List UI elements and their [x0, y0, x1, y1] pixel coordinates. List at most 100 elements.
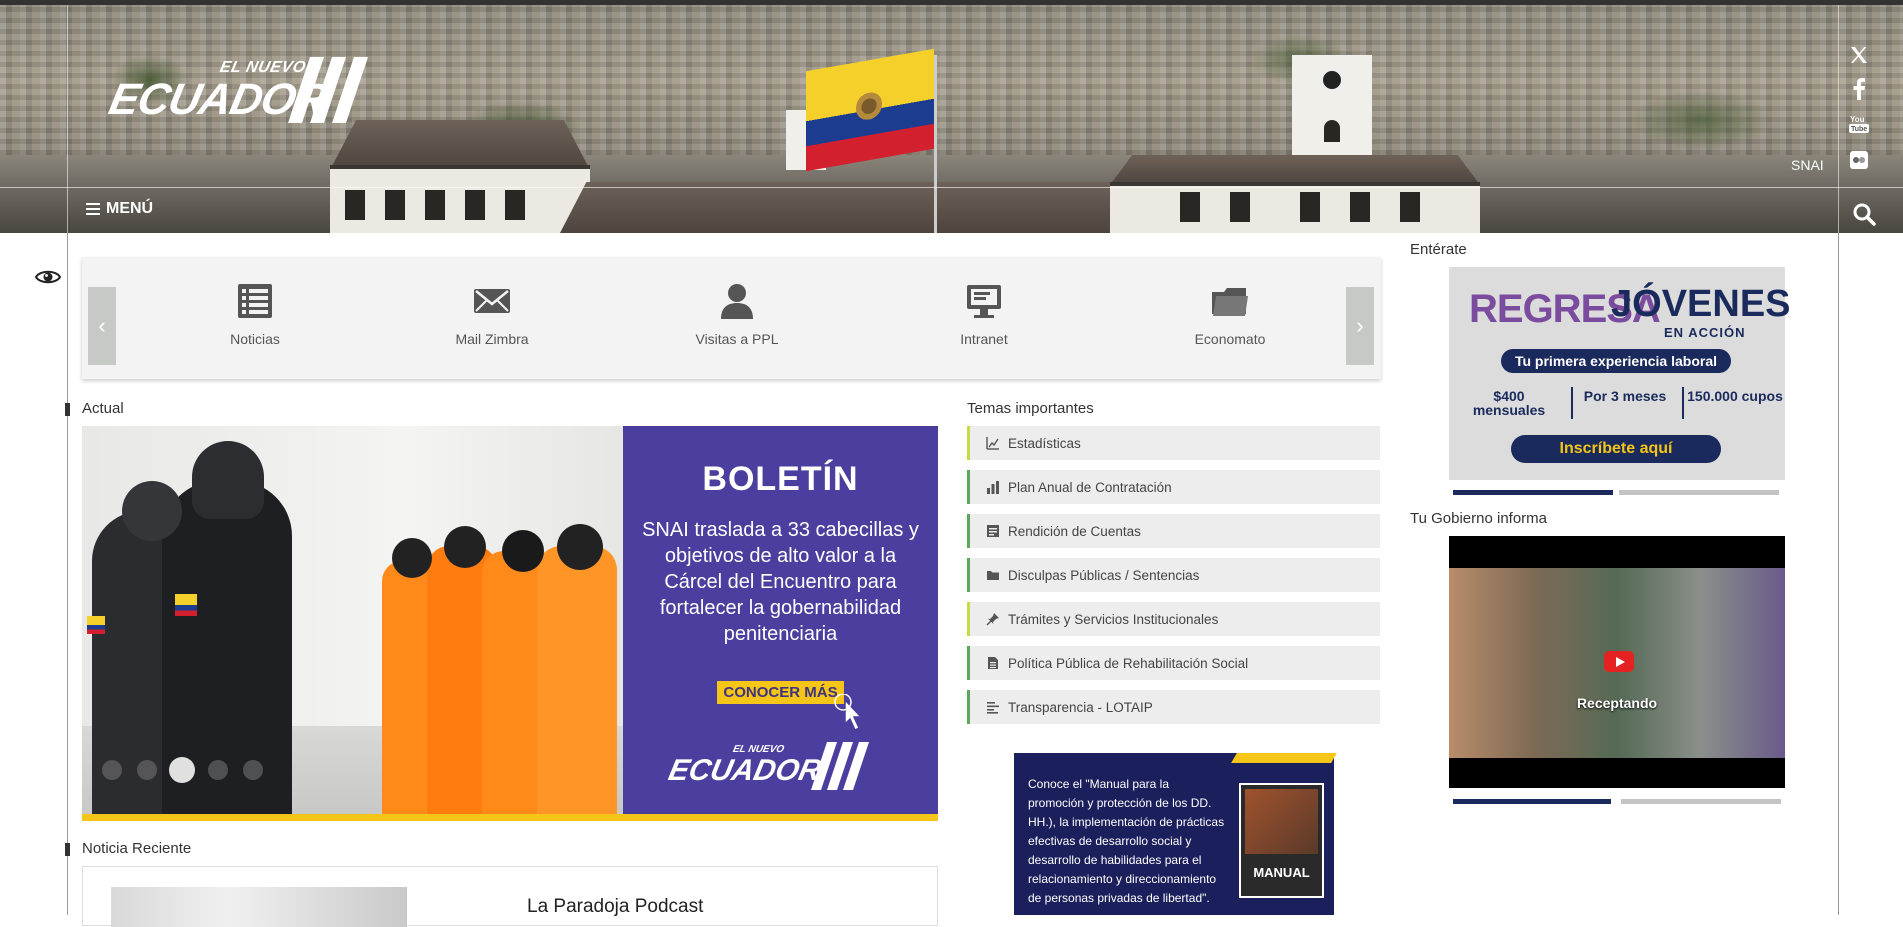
news-carousel[interactable]: BOLETÍN SNAI traslada a 33 cabecillas y …: [82, 426, 938, 821]
carousel-photo: [82, 426, 623, 814]
manual-banner[interactable]: Conoce el "Manual para la promoción y pr…: [1014, 753, 1337, 915]
tema-label: Rendición de Cuentas: [1008, 523, 1141, 539]
site-logo[interactable]: EL NUEVO ECUADOR: [105, 55, 368, 125]
carousel-dot-3[interactable]: [169, 757, 195, 783]
photo-flag-patch: [87, 616, 105, 634]
quick-link-label: Intranet: [960, 331, 1008, 347]
photo-helmet: [192, 441, 264, 519]
carousel-bottom-strip: [82, 814, 938, 821]
recent-news-image: [111, 887, 407, 927]
inscribete-button[interactable]: Inscríbete aquí: [1511, 435, 1721, 463]
header-window: [465, 190, 485, 220]
clock-icon: [1320, 68, 1344, 92]
institution-label[interactable]: SNAI: [1791, 157, 1824, 173]
manual-book-image: [1245, 789, 1318, 854]
ad-stat-salary: $400 mensuales: [1472, 388, 1546, 418]
quick-link-label: Economato: [1194, 331, 1266, 347]
flagpole: [934, 55, 937, 233]
ad-divider: [1571, 387, 1573, 419]
content-frame-right: [1838, 233, 1839, 915]
section-heading-enterate: Entérate: [1410, 241, 1467, 258]
ad-en-accion-text: EN ACCIÓN: [1664, 325, 1746, 340]
tema-label: Plan Anual de Contratación: [1008, 479, 1172, 495]
header-building: [330, 165, 590, 233]
video-title: Receptando: [1576, 695, 1658, 711]
carousel-dot-2[interactable]: [137, 760, 157, 780]
tema-plan-anual[interactable]: Plan Anual de Contratación: [967, 470, 1380, 504]
quick-link-mail-zimbra[interactable]: Mail Zimbra: [417, 282, 567, 347]
hamburger-icon: [86, 203, 100, 215]
chevron-left-icon: ‹: [98, 313, 106, 338]
bulletin-title: BOLETÍN: [702, 460, 859, 498]
facebook-icon[interactable]: [1846, 76, 1872, 102]
content-frame-left: [67, 233, 68, 915]
header-window: [505, 190, 525, 220]
section-heading-tu-gobierno: Tu Gobierno informa: [1410, 510, 1548, 527]
quick-link-visitas-ppl[interactable]: Visitas a PPL: [662, 282, 812, 347]
quick-links-next-button[interactable]: ›: [1346, 287, 1374, 365]
quick-link-noticias[interactable]: Noticias: [180, 282, 330, 347]
tema-politica-publica[interactable]: Política Pública de Rehabilitación Socia…: [967, 646, 1380, 680]
site-header: EL NUEVO ECUADOR MENÚ You Tube SNAI: [0, 0, 1903, 233]
section-marker: [65, 843, 70, 856]
tema-transparencia-lotaip[interactable]: Transparencia - LOTAIP: [967, 690, 1380, 724]
header-window: [1230, 192, 1250, 222]
tema-disculpas-publicas[interactable]: Disculpas Públicas / Sentencias: [967, 558, 1380, 592]
carousel-dot-1[interactable]: [102, 760, 122, 780]
bulletin-text: SNAI traslada a 33 cabecillas y objetivo…: [642, 519, 919, 645]
quick-link-label: Visitas a PPL: [695, 331, 779, 347]
video-carousel-indicator-2[interactable]: [1621, 799, 1781, 804]
header-window: [1324, 120, 1340, 142]
header-window: [1180, 192, 1200, 222]
header-divider: [0, 187, 1903, 188]
quick-link-label: Noticias: [230, 331, 280, 347]
photo-helmet: [122, 481, 182, 541]
header-roof: [1110, 155, 1480, 185]
ad-stat-cupos: 150.000 cupos: [1687, 388, 1783, 404]
conocer-mas-button[interactable]: CONOCER MÁS: [717, 681, 844, 704]
youtube-icon[interactable]: You Tube: [1846, 111, 1872, 137]
video-player[interactable]: Receptando: [1449, 536, 1785, 788]
play-icon[interactable]: [1604, 651, 1634, 672]
logo-slashes: [288, 57, 368, 123]
ad-divider: [1682, 387, 1684, 419]
carousel-dot-5[interactable]: [243, 760, 263, 780]
header-frame-line: [67, 5, 68, 233]
flickr-icon[interactable]: [1846, 147, 1872, 173]
search-icon[interactable]: [1852, 202, 1876, 226]
manual-book-label: MANUAL: [1253, 865, 1310, 880]
carousel-dot-4[interactable]: [208, 760, 228, 780]
section-heading-temas: Temas importantes: [967, 400, 1094, 417]
ad-carousel-indicator-2[interactable]: [1619, 490, 1779, 495]
menu-button[interactable]: MENÚ: [86, 200, 153, 218]
x-icon[interactable]: [1846, 42, 1872, 68]
header-window: [1350, 192, 1370, 222]
header-window: [1300, 192, 1320, 222]
bulletin-logo-big: ECUADOR: [665, 754, 825, 787]
tema-label: Trámites y Servicios Institucionales: [1008, 611, 1219, 627]
manual-banner-text: Conoce el "Manual para la promoción y pr…: [1028, 777, 1225, 905]
tema-rendicion-cuentas[interactable]: Rendición de Cuentas: [967, 514, 1380, 548]
quick-links-prev-button[interactable]: ‹: [88, 287, 116, 365]
recent-news-card[interactable]: La Paradoja Podcast: [82, 866, 938, 927]
quick-links-carousel: ‹ Noticias Mail Zimbra Visitas a PPL Int…: [82, 257, 1381, 379]
accessibility-eye-icon[interactable]: [34, 268, 62, 286]
video-carousel-indicator-1[interactable]: [1453, 799, 1611, 804]
folder-icon: [987, 571, 999, 580]
jovenes-en-accion-banner[interactable]: REGRESA JÓVENES EN ACCIÓN Tu primera exp…: [1449, 267, 1791, 480]
ad-carousel-indicator-1[interactable]: [1453, 490, 1613, 495]
ad-jovenes-text: JÓVENES: [1611, 283, 1791, 325]
document-icon: [987, 525, 999, 537]
quick-link-intranet[interactable]: Intranet: [909, 282, 1059, 347]
header-roof: [330, 120, 590, 170]
quick-link-economato[interactable]: Economato: [1155, 282, 1305, 347]
header-building: [1110, 182, 1480, 233]
tema-tramites-servicios[interactable]: Trámites y Servicios Institucionales: [967, 602, 1380, 636]
menu-label: MENÚ: [106, 200, 154, 217]
tema-estadisticas[interactable]: Estadísticas: [967, 426, 1380, 460]
list-icon: [238, 284, 272, 318]
tema-label: Transparencia - LOTAIP: [1008, 699, 1153, 715]
section-heading-actual: Actual: [82, 400, 124, 417]
chevron-right-icon: ›: [1356, 313, 1364, 338]
photo-head: [557, 524, 603, 570]
